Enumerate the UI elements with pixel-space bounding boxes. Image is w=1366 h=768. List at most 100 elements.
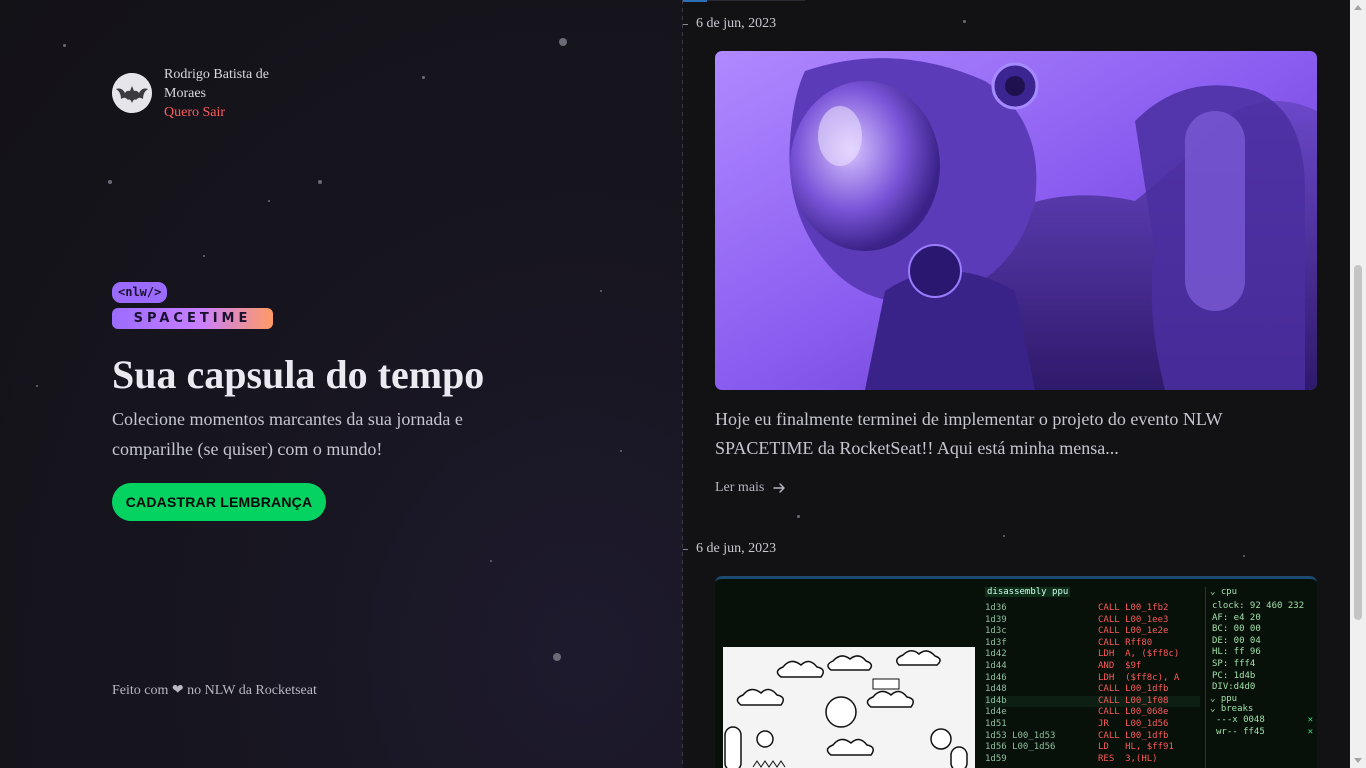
cpu-panel: ⌄ cpu clock: 92 460 232 AF: e4 20 BC: 00 0… xyxy=(1205,587,1317,768)
cpu-register: BC: 00 00 xyxy=(1212,624,1261,635)
disassembly-address: 1d48 xyxy=(985,684,1007,695)
breakpoint-row: ---x 0048 ✕ xyxy=(1216,714,1317,726)
cpu-register: SP: fff4 xyxy=(1212,658,1256,669)
game-screen xyxy=(723,647,975,768)
cpu-registers: clock: 92 460 232 AF: e4 20 BC: 00 00 DE: 0… xyxy=(1210,601,1317,694)
star xyxy=(620,450,622,452)
scroll-down-icon[interactable] xyxy=(1354,758,1362,763)
footer-text-start: Feito com xyxy=(112,683,169,698)
disassembly-address: 1d56 L00_1d56 xyxy=(985,742,1056,753)
star xyxy=(553,653,561,661)
disassembly-address: 1d51 xyxy=(985,718,1007,729)
disassembly-op: CALL L00_1fb2 xyxy=(1098,603,1169,613)
disassembly-address: 1d42 xyxy=(985,649,1007,660)
disassembly-row: 1d42 LDH A, ($ff8c) xyxy=(985,649,1200,661)
cpu-register: DE: 00 04 xyxy=(1212,635,1261,646)
breakpoint-row: wr-- ff45 ✕ xyxy=(1216,726,1317,738)
disassembly-row: 1d4b CALL L00_1f08 xyxy=(985,695,1200,708)
disassembly-op: CALL L00_1f08 xyxy=(1098,695,1169,706)
disassembly-row: 1d51 JR L00_1d56 xyxy=(985,719,1200,731)
star xyxy=(1003,535,1005,537)
disassembly-op: AND $9f xyxy=(1098,660,1142,671)
disassembly-op: CALL Rff80 xyxy=(1098,637,1153,648)
scroll-up-icon[interactable] xyxy=(1354,5,1362,10)
memory-date-label: 6 de jun, 2023 xyxy=(696,16,777,31)
disassembly-row: 1d3f CALL Rff80 xyxy=(985,638,1200,650)
disassembly-op: RES 3,(HL) xyxy=(1098,753,1158,764)
profile-text: Rodrigo Batista de Moraes Quero Sair xyxy=(164,65,294,122)
memory-cover-image: disassembly ppu 1d36 CALL L00_1fb2 1d39 CAL… xyxy=(715,576,1317,768)
disassembly-address: 1d3f xyxy=(985,637,1007,648)
disassembly-op: JR L00_1d56 xyxy=(1098,718,1169,729)
close-icon[interactable]: ✕ xyxy=(1308,714,1313,726)
memory-date: 6 de jun, 2023 xyxy=(683,16,776,32)
user-name: Rodrigo Batista de Moraes xyxy=(164,67,269,101)
read-more-link[interactable]: Ler mais xyxy=(715,480,786,496)
disassembly-op: LDH ($ff8c), A xyxy=(1098,672,1180,683)
user-profile: Rodrigo Batista de Moraes Quero Sair xyxy=(112,65,294,122)
avatar xyxy=(112,73,152,113)
astronaut-image xyxy=(715,51,1317,390)
star xyxy=(422,76,425,79)
disassembly-op: CALL L00_1dfb xyxy=(1098,684,1169,695)
cpu-register: HL: ff 96 xyxy=(1212,647,1261,658)
disassembly-row: 1d44 AND $9f xyxy=(985,661,1200,673)
star xyxy=(559,38,567,46)
disassembly-title: disassembly ppu xyxy=(985,587,1071,597)
disassembly-row: 1d53 L00_1d53 CALL L00_1dfb xyxy=(985,731,1200,743)
logo-nlw-badge: <nlw/> xyxy=(112,282,168,303)
disassembly-row: 1d39 CALL L00_1ee3 xyxy=(985,615,1200,627)
close-icon[interactable]: ✕ xyxy=(1308,726,1313,738)
disassembly-op: LD HL, $ff91 xyxy=(1098,742,1174,753)
create-memory-button[interactable]: CADASTRAR LEMBRANÇA xyxy=(112,483,326,521)
disassembly-op: LDH A, ($ff8c) xyxy=(1098,649,1180,660)
breaks-title: ⌄ breaks xyxy=(1210,703,1254,714)
disassembly-address: 1d36 xyxy=(985,603,1007,613)
star xyxy=(63,44,66,47)
page-title: Sua capsula do tempo xyxy=(112,352,485,397)
disassembly-address: 1d53 L00_1d53 xyxy=(985,730,1056,741)
cpu-title: ⌄ cpu xyxy=(1210,587,1238,597)
disassembly-row: 1d48 CALL L00_1dfb xyxy=(985,684,1200,696)
memory-date-label: 6 de jun, 2023 xyxy=(696,541,777,556)
bat-avatar-icon xyxy=(112,73,152,113)
disassembly-address: 1d44 xyxy=(985,660,1007,671)
page-scrollbar[interactable] xyxy=(1350,0,1366,768)
disassembly-address: 1d4e xyxy=(985,707,1007,718)
scroll-indicator xyxy=(683,0,707,2)
ppu-title: ⌄ ppu xyxy=(1210,693,1238,704)
star xyxy=(268,200,270,202)
disassembly-op: CALL L00_1dfb xyxy=(1098,730,1169,741)
star xyxy=(600,290,602,292)
cpu-register: clock: 92 460 232 xyxy=(1212,601,1305,611)
disassembly-rows: 1d36 CALL L00_1fb2 1d39 CALL L00_1ee3 1d3c CA… xyxy=(985,603,1200,765)
scroll-thumb[interactable] xyxy=(1354,265,1362,620)
memory-cover-image xyxy=(715,51,1317,390)
timeline-panel[interactable]: 6 de jun, 2023 Hoje eu finalmente termin… xyxy=(683,0,1350,768)
breakpoint-label: wr-- ff45 xyxy=(1216,726,1265,737)
disassembly-panel: disassembly ppu 1d36 CALL L00_1fb2 1d39 CAL… xyxy=(985,587,1200,768)
disassembly-row: 1d59 RES 3,(HL) xyxy=(985,754,1200,766)
disassembly-address: 1d39 xyxy=(985,614,1007,625)
cpu-register: DIV:d4d0 xyxy=(1212,682,1256,693)
disassembly-op: CALL L00_1ee3 xyxy=(1098,614,1169,625)
breaks-title-label: breaks xyxy=(1220,703,1254,714)
arrow-right-icon xyxy=(773,483,786,493)
disassembly-address: 1d4b xyxy=(985,695,1007,706)
nlw-spacetime-logo: <nlw/> SPACETIME xyxy=(112,282,273,329)
cloud-scene-image xyxy=(724,650,968,768)
read-more-label: Ler mais xyxy=(715,480,765,495)
disassembly-row: 1d36 CALL L00_1fb2 xyxy=(985,603,1200,615)
disassembly-row: 1d46 LDH ($ff8c), A xyxy=(985,673,1200,685)
timeline-tick xyxy=(683,23,688,25)
disassembly-op: CALL L00_068e xyxy=(1098,707,1169,718)
ppu-title-label: ppu xyxy=(1220,693,1238,704)
star xyxy=(203,255,205,257)
footer-text-end: no NLW da Rocketseat xyxy=(187,683,317,698)
logout-link[interactable]: Quero Sair xyxy=(164,103,294,122)
disassembly-address: 1d46 xyxy=(985,672,1007,683)
star xyxy=(108,180,112,184)
breakpoints-list: ---x 0048 ✕ wr-- ff45 ✕ xyxy=(1210,714,1317,738)
disassembly-op: CALL L00_1e2e xyxy=(1098,626,1169,637)
star xyxy=(490,560,492,562)
